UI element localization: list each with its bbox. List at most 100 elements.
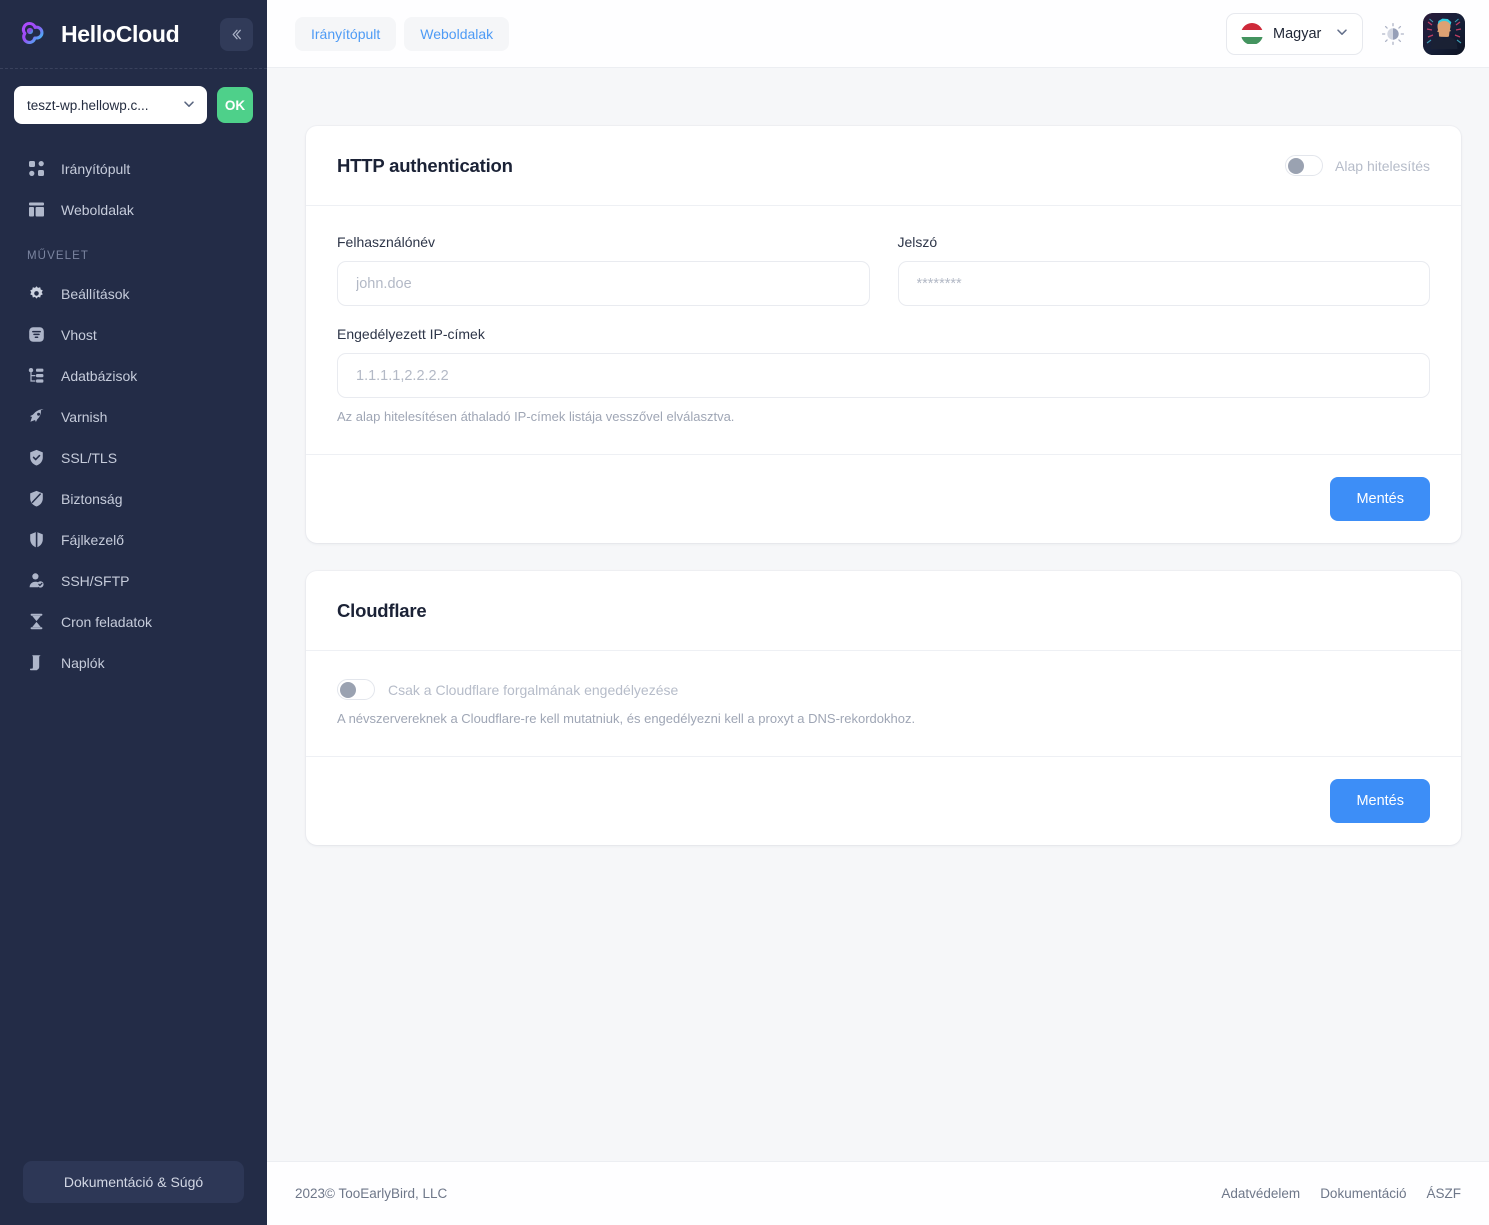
user-avatar[interactable] <box>1423 12 1465 55</box>
hungary-flag-icon <box>1241 22 1263 45</box>
sidebar-item-label: Vhost <box>61 326 97 343</box>
sidebar-footer: Dokumentáció & Súgó <box>0 1161 267 1225</box>
username-input[interactable] <box>337 261 870 306</box>
sidebar-item-file-manager[interactable]: Fájlkezelő <box>0 519 267 560</box>
toggle-knob <box>340 681 356 698</box>
card-footer: Mentés <box>306 756 1461 845</box>
content-area: HTTP authentication Alap hitelesítés Fel… <box>267 68 1489 1161</box>
sidebar-item-label: SSL/TLS <box>61 449 118 466</box>
cloudflare-hint: A névszervereknek a Cloudflare-re kell m… <box>337 711 916 726</box>
filter-server-icon <box>27 325 46 344</box>
sidebar-item-label: Biztonság <box>61 490 123 507</box>
database-tree-icon <box>27 366 46 385</box>
username-label: Felhasználónév <box>337 234 436 250</box>
card-title: Cloudflare <box>337 599 427 621</box>
cloudflare-save-button[interactable]: Mentés <box>1330 779 1430 823</box>
card-header: HTTP authentication Alap hitelesítés <box>306 126 1461 206</box>
sun-moon-icon[interactable] <box>1379 20 1407 48</box>
sidebar-item-label: Adatbázisok <box>61 367 138 384</box>
sidebar-section-label: MŰVELET <box>27 250 90 262</box>
allowed-ips-field-group: Engedélyezett IP-címek Az alap hitelesít… <box>337 326 1430 424</box>
sidebar-item-label: Cron feladatok <box>61 613 153 630</box>
breadcrumb: Irányítópult Weboldalak <box>295 16 510 51</box>
allowed-ips-hint: Az alap hitelesítésen áthaladó IP-címek … <box>337 409 735 424</box>
site-selector-row: teszt-wp.hellowp.c... OK <box>0 69 267 142</box>
chevron-down-icon <box>182 97 196 113</box>
sidebar-item-label: Irányítópult <box>61 160 131 177</box>
card-header: Cloudflare <box>306 571 1461 651</box>
sidebar: HelloCloud teszt-wp.hellowp.c... OK Irán… <box>0 0 267 1225</box>
sidebar-item-databases[interactable]: Adatbázisok <box>0 355 267 396</box>
cloudflare-only-toggle-row: Csak a Cloudflare forgalmának engedélyez… <box>337 679 1430 700</box>
allowed-ips-label: Engedélyezett IP-címek <box>337 326 485 342</box>
sidebar-item-label: Weboldalak <box>61 201 134 218</box>
logs-icon <box>27 653 46 672</box>
footer-link-privacy[interactable]: Adatvédelem <box>1221 1186 1300 1201</box>
folder-icon <box>27 530 46 549</box>
dashboard-grid-icon <box>27 159 46 178</box>
sidebar-item-settings[interactable]: Beállítások <box>0 273 267 314</box>
sidebar-item-label: SSH/SFTP <box>61 572 130 589</box>
sidebar-item-logs[interactable]: Naplók <box>0 642 267 683</box>
footer-links: Adatvédelem Dokumentáció ÁSZF <box>1221 1186 1461 1201</box>
toggle-knob <box>1288 157 1305 174</box>
footer-link-documentation[interactable]: Dokumentáció <box>1320 1186 1406 1201</box>
site-select-value: teszt-wp.hellowp.c... <box>27 97 149 113</box>
language-select[interactable]: Magyar <box>1226 12 1363 55</box>
cloudflare-only-toggle-label: Csak a Cloudflare forgalmának engedélyez… <box>388 681 679 698</box>
page-footer: 2023© TooEarlyBird, LLC Adatvédelem Doku… <box>267 1161 1489 1225</box>
card-footer: Mentés <box>306 454 1461 543</box>
card-body: Felhasználónév Jelszó Engedélyezett IP-c… <box>306 206 1461 454</box>
sidebar-brand: HelloCloud <box>0 0 267 68</box>
hourglass-icon <box>27 612 46 631</box>
site-ok-button[interactable]: OK <box>217 87 253 123</box>
brand-name: HelloCloud <box>61 20 180 47</box>
sidebar-item-label: Naplók <box>61 654 105 671</box>
site-select[interactable]: teszt-wp.hellowp.c... <box>14 86 207 124</box>
http-auth-save-button[interactable]: Mentés <box>1330 477 1430 521</box>
app-root: HelloCloud teszt-wp.hellowp.c... OK Irán… <box>0 0 1489 1225</box>
card-header-actions: Alap hitelesítés <box>1285 155 1430 176</box>
cloudflare-card: Cloudflare Csak a Cloudflare forgalmának… <box>306 571 1461 845</box>
sidebar-item-ssl-tls[interactable]: SSL/TLS <box>0 437 267 478</box>
basic-auth-toggle-label: Alap hitelesítés <box>1335 157 1430 174</box>
cloudflare-only-toggle[interactable] <box>337 679 375 700</box>
sidebar-item-vhost[interactable]: Vhost <box>0 314 267 355</box>
topbar: Irányítópult Weboldalak Magyar <box>267 0 1489 68</box>
sidebar-item-label: Fájlkezelő <box>61 531 125 548</box>
chevron-double-left-icon[interactable] <box>220 17 253 51</box>
layout-panels-icon <box>27 200 46 219</box>
password-label: Jelszó <box>897 234 938 250</box>
sidebar-item-label: Beállítások <box>61 285 130 302</box>
rocket-icon <box>27 407 46 426</box>
sidebar-item-label: Varnish <box>61 408 108 425</box>
allowed-ips-input[interactable] <box>337 353 1430 398</box>
breadcrumb-item-websites[interactable]: Weboldalak <box>404 16 510 51</box>
topbar-actions: Magyar <box>1226 12 1465 55</box>
sidebar-item-ssh-sftp[interactable]: SSH/SFTP <box>0 560 267 601</box>
card-title: HTTP authentication <box>337 154 513 176</box>
main-area: Irányítópult Weboldalak Magyar HTTP auth… <box>267 0 1489 1225</box>
sidebar-item-dashboard[interactable]: Irányítópult <box>0 148 267 189</box>
username-field-group: Felhasználónév <box>337 234 870 306</box>
sidebar-nav: Irányítópult Weboldalak MŰVELET Beállítá… <box>0 142 267 1161</box>
card-body: Csak a Cloudflare forgalmának engedélyez… <box>306 651 1461 756</box>
breadcrumb-item-dashboard[interactable]: Irányítópult <box>295 16 397 51</box>
basic-auth-toggle[interactable] <box>1285 155 1324 176</box>
documentation-help-button[interactable]: Dokumentáció & Súgó <box>23 1161 244 1203</box>
shield-check-icon <box>27 448 46 467</box>
copyright-text: 2023© TooEarlyBird, LLC <box>295 1186 448 1201</box>
language-label: Magyar <box>1273 25 1322 42</box>
sidebar-item-cron-jobs[interactable]: Cron feladatok <box>0 601 267 642</box>
footer-link-terms[interactable]: ÁSZF <box>1426 1186 1461 1201</box>
user-key-icon <box>27 571 46 590</box>
shield-icon <box>27 489 46 508</box>
sidebar-item-websites[interactable]: Weboldalak <box>0 189 267 230</box>
http-authentication-card: HTTP authentication Alap hitelesítés Fel… <box>306 126 1461 543</box>
gear-icon <box>27 284 46 303</box>
chevron-down-icon <box>1335 25 1349 42</box>
password-field-group: Jelszó <box>897 234 1430 306</box>
password-input[interactable] <box>897 261 1430 306</box>
sidebar-item-security[interactable]: Biztonság <box>0 478 267 519</box>
sidebar-item-varnish[interactable]: Varnish <box>0 396 267 437</box>
